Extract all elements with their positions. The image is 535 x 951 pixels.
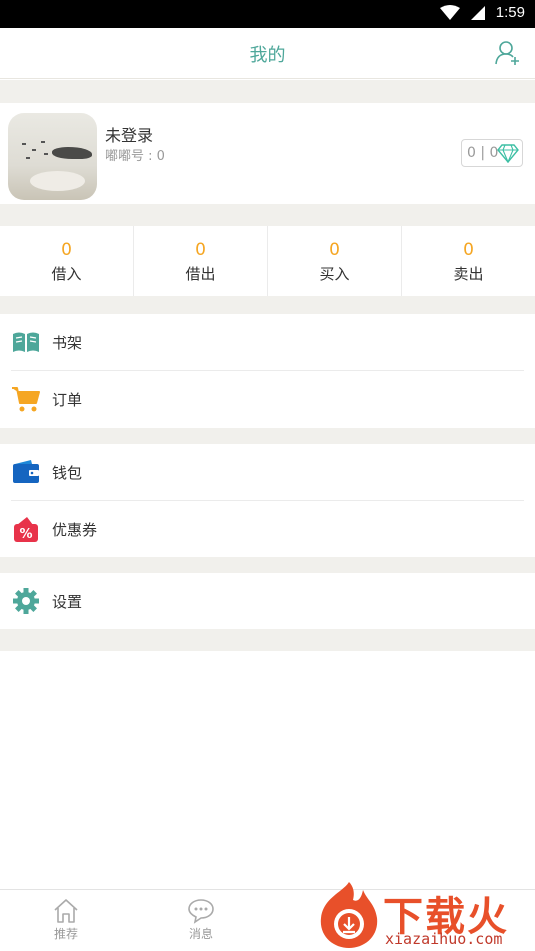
stat-label: 借出 bbox=[185, 265, 216, 283]
section-gap bbox=[0, 428, 535, 444]
gem-balance-text: 0 | 0 bbox=[467, 145, 499, 161]
menu-item-label: 钱包 bbox=[52, 464, 83, 482]
svg-text:%: % bbox=[19, 527, 32, 542]
section-gap bbox=[0, 629, 535, 651]
wifi-icon bbox=[439, 4, 460, 20]
stat-value: 0 bbox=[463, 240, 474, 260]
profile-card[interactable]: 未登录 嘟嘟号 : 0 0 | 0 bbox=[0, 103, 535, 204]
menu-item-label: 优惠券 bbox=[52, 521, 98, 539]
home-icon bbox=[54, 899, 78, 923]
flame-logo-icon bbox=[320, 882, 378, 948]
section-gap bbox=[0, 80, 535, 103]
menu-item-label: 订单 bbox=[52, 391, 83, 409]
section-gap bbox=[0, 204, 535, 226]
add-user-icon[interactable] bbox=[495, 40, 521, 66]
tab-messages[interactable]: 消息 bbox=[161, 898, 241, 942]
coupon-icon: % bbox=[14, 517, 38, 542]
menu-item-coupon[interactable]: % 优惠券 bbox=[0, 501, 535, 558]
cell-signal-icon bbox=[470, 5, 485, 20]
menu-item-wallet[interactable]: 钱包 bbox=[0, 444, 535, 501]
username: 未登录 bbox=[105, 126, 154, 145]
book-icon bbox=[13, 332, 39, 352]
menu-item-label: 设置 bbox=[52, 593, 83, 611]
stat-label: 借入 bbox=[51, 265, 82, 283]
watermark: 下载火 xiazaihuo.com bbox=[313, 878, 535, 951]
tab-recommend[interactable]: 推荐 bbox=[26, 898, 106, 942]
page-header: 我的 bbox=[0, 28, 535, 79]
section-gap bbox=[0, 296, 535, 314]
stat-sell[interactable]: 0 卖出 bbox=[402, 226, 535, 296]
gear-icon bbox=[13, 588, 39, 614]
stat-borrow-in[interactable]: 0 借入 bbox=[0, 226, 134, 296]
menu-group-2: 钱包 % 优惠券 bbox=[0, 444, 535, 557]
menu-item-orders[interactable]: 订单 bbox=[0, 371, 535, 428]
clock: 1:59 bbox=[495, 4, 525, 21]
stat-borrow-out[interactable]: 0 借出 bbox=[134, 226, 268, 296]
menu-item-settings[interactable]: 设置 bbox=[0, 573, 535, 630]
user-id: 嘟嘟号 : 0 bbox=[105, 149, 165, 164]
stat-label: 卖出 bbox=[453, 265, 484, 283]
stat-value: 0 bbox=[61, 240, 72, 260]
cart-icon bbox=[12, 387, 40, 412]
avatar[interactable] bbox=[8, 113, 97, 200]
menu-group-3: 设置 bbox=[0, 573, 535, 629]
menu-item-bookshelf[interactable]: 书架 bbox=[0, 314, 535, 371]
stat-value: 0 bbox=[195, 240, 206, 260]
menu-item-label: 书架 bbox=[52, 334, 83, 352]
status-bar: 1:59 bbox=[0, 0, 535, 28]
stat-buy[interactable]: 0 买入 bbox=[268, 226, 402, 296]
wallet-icon bbox=[13, 460, 39, 483]
tab-label: 推荐 bbox=[53, 927, 78, 941]
watermark-url: xiazaihuo.com bbox=[385, 930, 503, 948]
menu-group-1: 书架 订单 bbox=[0, 314, 535, 428]
section-gap bbox=[0, 557, 535, 573]
stats-row: 0 借入 0 借出 0 买入 0 卖出 bbox=[0, 226, 535, 296]
page-title: 我的 bbox=[249, 45, 286, 66]
diamond-icon bbox=[497, 144, 519, 163]
stat-value: 0 bbox=[329, 240, 340, 260]
stat-label: 买入 bbox=[319, 265, 350, 283]
gem-balance[interactable]: 0 | 0 bbox=[461, 139, 523, 167]
chat-icon bbox=[188, 899, 214, 924]
tab-label: 消息 bbox=[188, 927, 213, 941]
